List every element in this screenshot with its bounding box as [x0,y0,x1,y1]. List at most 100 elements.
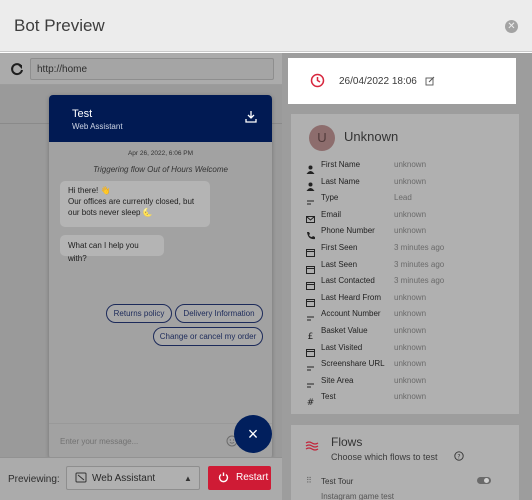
close-icon[interactable]: ✕ [505,20,518,33]
contact-field-row: Last Visited unknown [291,341,519,357]
contact-field-label: First Seen [321,243,358,252]
chat-widget: Test Web Assistant Apr 26, 2022, 6:06 PM… [49,95,272,459]
message-line: Our offices are currently closed, but [68,197,195,206]
contact-field-value: unknown [394,342,427,352]
download-icon[interactable] [245,110,257,123]
lines-icon [306,310,315,321]
flow-toggle[interactable] [477,477,491,484]
message-input[interactable]: Enter your message... [60,437,138,446]
contact-field-label: Test [321,392,336,402]
contact-field-value: unknown [394,176,427,186]
contact-field-label: Site Area [321,375,354,385]
edit-icon[interactable] [425,76,435,86]
contact-field-label: Phone Number [321,226,375,236]
contact-field-row: £ Basket Value unknown [291,324,519,342]
contact-field-value: unknown [394,160,427,169]
contact-field-value: unknown [394,226,427,236]
person-icon [306,161,315,174]
pound-icon: £ [306,327,315,342]
quick-reply-returns[interactable]: Returns policy [106,304,172,323]
flow-item: Instagram game test [321,492,394,500]
widget-header: Test Web Assistant [49,95,272,142]
contact-field-label: Last Contacted [321,276,375,286]
modal-header: Bot Preview ✕ [0,0,532,52]
lines-icon [306,377,315,388]
url-input[interactable]: http://home [30,58,274,80]
calendar-icon [306,261,315,274]
contact-field-value: 3 minutes ago [394,259,445,269]
quick-reply-delivery[interactable]: Delivery Information [175,304,263,323]
svg-text:£: £ [308,332,314,340]
calendar-icon [306,344,315,357]
quick-reply-change-order[interactable]: Change or cancel my order [153,327,263,346]
contact-field-label: Last Visited [321,342,363,352]
contact-field-value: 3 minutes ago [394,243,445,252]
contact-field-value: unknown [394,359,427,369]
contact-field-row: Last Seen 3 minutes ago [291,258,519,274]
phone-icon [306,227,315,240]
message-line: our bots never sleep 🌜 [68,208,153,217]
contact-field-label: Last Seen [321,259,358,269]
lines-icon [306,360,315,371]
calendar-icon [306,277,315,291]
contact-card: U Unknown First Name unknown Last Name unkn… [291,114,519,414]
contact-field-label: Basket Value [321,326,368,335]
close-chat-button[interactable]: × [234,415,272,453]
contact-field-label: Account Number [321,309,381,319]
flow-item: Test Tour [321,477,354,486]
flows-panel: Flows Choose which flows to test ? ⠿ Tes… [291,425,519,500]
contact-field-value: unknown [394,309,427,319]
contact-field-row: # Test unknown [291,390,519,408]
url-bar: http://home [0,53,282,85]
restart-label: Restart [236,472,269,483]
page-title: Bot Preview [14,16,105,35]
bot-message: What can I help you with? [60,235,164,263]
restart-icon [218,472,229,483]
contact-field-row: Last Name unknown [291,175,519,191]
contact-field-row: Phone Number unknown [291,224,519,240]
contact-field-value: Lead [394,193,412,203]
contact-name: Unknown [344,129,399,144]
restart-button[interactable]: Restart [208,466,271,490]
contact-field-label: Last Name [321,176,360,186]
contact-field-row: Site Area unknown [291,374,519,390]
contact-field-value: unknown [394,209,427,219]
contact-field-row: Last Contacted 3 minutes ago [291,274,519,291]
hash-icon: # [306,393,315,408]
session-timestamp: 26/04/2022 18:06 [339,76,417,87]
person-icon [306,178,315,191]
contact-field-value: unknown [394,326,427,335]
channel-select-value: Web Assistant [92,473,156,484]
contact-field-row: Screenshare URL unknown [291,357,519,373]
contact-field-label: Screenshare URL [321,359,385,369]
refresh-icon[interactable] [10,62,24,76]
message-line: Hi there! 👋 [68,186,111,195]
contact-pane: 26/04/2022 18:06 U Unknown First Name unk… [282,53,532,500]
contact-field-value: unknown [394,292,427,302]
drag-handle-icon[interactable]: ⠿ [306,476,312,485]
contact-field-value: 3 minutes ago [394,276,445,286]
contact-field-value: unknown [394,392,427,402]
flows-subtitle: Choose which flows to test [331,452,438,462]
calendar-icon [306,244,315,257]
contact-field-row: Account Number unknown [291,307,519,323]
flows-title: Flows [331,435,363,449]
contact-field-label: First Name [321,160,361,169]
channel-select[interactable]: Web Assistant ▲ [66,466,200,490]
contact-field-value: unknown [394,375,427,385]
bot-message: Hi there! 👋 Our offices are currently cl… [60,181,210,227]
timestamp-box: 26/04/2022 18:06 [288,58,516,104]
chevron-up-icon: ▲ [184,474,192,483]
channel-icon [75,472,87,483]
bot-name: Test [72,108,93,120]
calendar-icon [306,294,315,307]
contact-field-label: Email [321,209,342,219]
bot-subtitle: Web Assistant [72,122,123,131]
mail-icon [306,211,315,223]
contact-field-label: Last Heard From [321,292,382,302]
flows-icon [305,441,319,451]
contact-field-row: First Seen 3 minutes ago [291,241,519,257]
help-icon[interactable]: ? [454,451,464,461]
preview-footer: Previewing: Web Assistant ▲ Restart [0,457,282,500]
lines-icon [306,194,315,205]
